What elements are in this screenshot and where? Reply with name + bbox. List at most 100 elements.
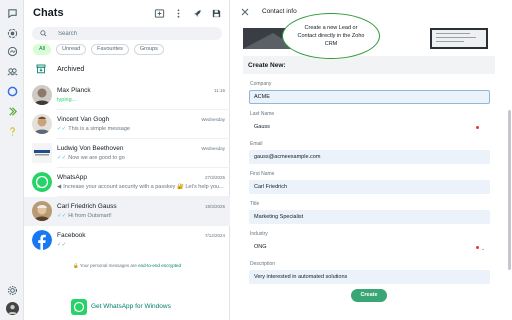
email-label: Email bbox=[250, 141, 263, 147]
chat-time: Wednesday bbox=[201, 146, 225, 151]
contact-info-panel: Contact info Create New: Company ACME La… bbox=[230, 0, 512, 320]
chat-list-item[interactable]: WhatsApp ◀ Increase your account security… bbox=[24, 168, 230, 197]
search-input[interactable] bbox=[58, 27, 208, 40]
close-icon[interactable] bbox=[241, 8, 249, 16]
chat-list-item[interactable]: Facebook ✓✓ 7/12/2024 bbox=[24, 226, 230, 255]
filter-chips: All Unread Favourites Groups bbox=[33, 44, 164, 55]
archive-icon bbox=[36, 64, 46, 74]
chat-time: 19/3/2025 bbox=[204, 204, 225, 209]
last-name-field[interactable]: Gauss bbox=[249, 120, 490, 134]
read-receipt-icon: ✓✓ bbox=[57, 126, 67, 132]
filter-groups[interactable]: Groups bbox=[133, 44, 164, 55]
filter-unread[interactable]: Unread bbox=[56, 44, 87, 55]
new-chat-icon[interactable] bbox=[153, 7, 165, 19]
chat-name: Carl Friedrich Gauss bbox=[57, 203, 117, 210]
email-value: gauss@acmeexample.com bbox=[254, 154, 321, 160]
tooltip-text: Create a new Lead or Contact directly in… bbox=[282, 13, 380, 59]
chat-preview-text: Hi from Outsmart! bbox=[68, 213, 112, 219]
chat-name: Ludwig Von Beethoven bbox=[57, 145, 124, 152]
status-icon[interactable] bbox=[6, 27, 18, 39]
create-lead-form: Create New: Company ACME Last Name Gauss… bbox=[243, 56, 495, 312]
text-line bbox=[436, 41, 464, 42]
chat-preview: ✓✓ Now we are good to go bbox=[57, 155, 125, 161]
rocket-icon[interactable] bbox=[191, 7, 203, 19]
avatar bbox=[32, 114, 52, 134]
search-icon bbox=[40, 30, 47, 37]
whatsapp-logo-icon bbox=[71, 299, 87, 315]
chat-list-item[interactable]: Ludwig Von Beethoven ✓✓ Now we are good t… bbox=[24, 139, 230, 168]
company-value: ACME bbox=[254, 94, 270, 100]
chats-title: Chats bbox=[33, 7, 64, 19]
email-field[interactable]: gauss@acmeexample.com bbox=[249, 150, 490, 164]
save-disk-icon[interactable] bbox=[210, 7, 222, 19]
encryption-link[interactable]: end-to-end encrypted bbox=[138, 263, 181, 268]
chat-preview-text: Increase your account security with a pa… bbox=[63, 184, 224, 190]
company-label: Company bbox=[250, 81, 272, 87]
chevron-down-icon: ⌄ bbox=[480, 246, 485, 252]
chats-icon[interactable] bbox=[6, 7, 18, 19]
whatsapp-logo-icon bbox=[32, 172, 52, 192]
create-button[interactable]: Create bbox=[351, 289, 387, 302]
avatar bbox=[32, 201, 52, 221]
media-thumbnail[interactable] bbox=[430, 28, 488, 49]
communities-icon[interactable] bbox=[6, 65, 18, 77]
chat-preview: typing... bbox=[57, 97, 77, 103]
chat-list-item-selected[interactable]: Carl Friedrich Gauss ✓✓ Hi from Outsmart!… bbox=[24, 197, 230, 226]
archived-row[interactable]: Archived bbox=[24, 61, 230, 79]
read-receipt-icon: ✓✓ bbox=[57, 242, 67, 248]
industry-select[interactable]: ONG ⌄ bbox=[249, 240, 490, 254]
chat-preview-text: Now we are good to go bbox=[68, 155, 125, 161]
meta-ai-icon[interactable] bbox=[6, 85, 18, 97]
search-bar[interactable] bbox=[32, 27, 222, 40]
help-icon[interactable] bbox=[6, 125, 18, 137]
last-name-value: Gauss bbox=[254, 124, 270, 130]
chat-name: Vincent Van Gogh bbox=[57, 116, 110, 123]
industry-label: Industry bbox=[250, 231, 268, 237]
read-receipt-icon: ✓✓ bbox=[57, 155, 67, 161]
scrollbar[interactable] bbox=[508, 110, 511, 270]
chat-preview-text: This is a simple message bbox=[68, 126, 130, 132]
encryption-note-text: 🔒 Your personal messages are bbox=[73, 263, 139, 268]
description-label: Description bbox=[250, 261, 276, 267]
menu-dots-icon[interactable] bbox=[172, 7, 184, 19]
chat-list-item[interactable]: Vincent Van Gogh ✓✓ This is a simple mess… bbox=[24, 110, 230, 139]
description-field[interactable]: Very interested in automated solutions bbox=[249, 270, 490, 284]
read-receipt-icon: ✓✓ bbox=[57, 213, 67, 219]
chat-time: Wednesday bbox=[201, 117, 225, 122]
chat-list-item[interactable]: Max Planck typing... 11:16 bbox=[24, 81, 230, 110]
title-value: Marketing Specialist bbox=[254, 214, 304, 220]
get-whatsapp-label: Get WhatsApp for Windows bbox=[91, 303, 171, 310]
profile-avatar[interactable] bbox=[6, 302, 19, 315]
chat-time: 11:16 bbox=[214, 88, 225, 93]
chat-name: Max Planck bbox=[57, 87, 91, 94]
chat-preview: ◀ Increase your account security with a p… bbox=[57, 184, 224, 190]
first-name-value: Carl Friedrich bbox=[254, 184, 288, 190]
filter-favourites[interactable]: Favourites bbox=[91, 44, 129, 55]
last-name-label: Last Name bbox=[250, 111, 275, 117]
text-line bbox=[436, 37, 476, 38]
crm-icon[interactable] bbox=[6, 105, 18, 117]
encryption-note: 🔒 Your personal messages are end-to-end … bbox=[24, 263, 230, 269]
description-value: Very interested in automated solutions bbox=[254, 274, 348, 280]
company-field[interactable]: ACME bbox=[249, 90, 490, 104]
required-marker bbox=[476, 126, 479, 129]
required-marker bbox=[476, 246, 479, 249]
channels-icon[interactable] bbox=[6, 45, 18, 57]
filter-all[interactable]: All bbox=[33, 44, 52, 55]
settings-icon[interactable] bbox=[6, 284, 18, 296]
speaker-icon: ◀ bbox=[57, 184, 62, 190]
title-label: Title bbox=[250, 201, 260, 207]
crm-tooltip: Create a new Lead or Contact directly in… bbox=[276, 13, 396, 73]
title-field[interactable]: Marketing Specialist bbox=[249, 210, 490, 224]
avatar bbox=[32, 85, 52, 105]
archived-label: Archived bbox=[57, 66, 85, 73]
first-name-field[interactable]: Carl Friedrich bbox=[249, 180, 490, 194]
chat-preview: ✓✓ bbox=[57, 242, 68, 248]
chat-name: Facebook bbox=[57, 232, 86, 239]
avatar bbox=[32, 143, 52, 163]
industry-value: ONG bbox=[254, 244, 267, 250]
chat-preview: ✓✓ This is a simple message bbox=[57, 126, 130, 132]
facebook-logo-icon bbox=[32, 230, 52, 250]
chat-time: 7/12/2024 bbox=[204, 233, 225, 238]
navigation-rail bbox=[0, 0, 24, 320]
